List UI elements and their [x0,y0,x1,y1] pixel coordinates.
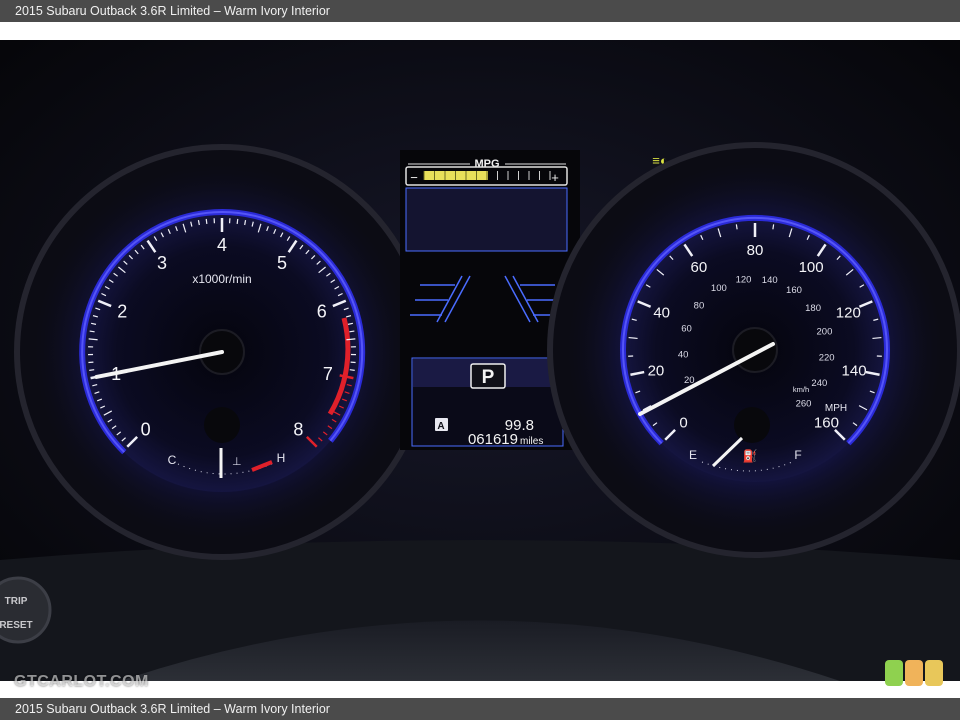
kmh-number: 260 [796,399,812,410]
tach-tick [89,330,95,333]
kmh-number: 240 [811,378,827,389]
kmh-number: 60 [681,323,692,334]
top-white-border [0,22,960,40]
mph-number: 60 [691,259,708,276]
tach-number: 2 [117,302,127,322]
mph-number: 40 [653,304,670,321]
mph-number: 120 [836,304,861,321]
speedometer: 020406080100120140160 20406080100120 1401… [547,142,960,558]
gear-indicator: P [482,367,495,388]
mph-number: 160 [814,414,839,431]
mph-number: 100 [799,259,824,276]
kmh-number: 100 [711,283,727,294]
tach-tick [349,369,355,371]
speedo-tick [772,224,775,230]
tach-number: 3 [157,253,167,273]
coolant-icon: ⊥ [232,456,242,468]
caption-text-bottom: 2015 Subaru Outback 3.6R Limited – Warm … [15,702,330,716]
mph-number: 80 [747,242,764,259]
tach-tick [89,369,95,371]
logo-block-yellow [925,660,943,686]
trip-reset-button[interactable]: TRIP RESET [0,576,52,644]
trip-reset-line2: RESET [0,620,33,631]
mph-number: 140 [842,363,867,380]
kmh-number: 200 [817,327,833,338]
fuel-pump-icon: ⛽ [743,449,758,463]
fuel-empty-label: E [689,448,697,462]
mph-number: 0 [679,414,687,431]
kmh-number: 120 [736,274,752,285]
kmh-number: 140 [762,275,778,286]
watermark: GTCARLOT.COM [14,673,149,690]
speedo-hub [732,327,778,373]
speedo-tick [735,224,738,230]
mpg-minus: − [410,170,418,185]
info-screen-upper [405,187,568,252]
tach-number: 5 [277,253,287,273]
tachometer: 012345678 x1000r/min C H ⊥ [14,144,430,560]
kmh-number: 40 [678,349,689,360]
temp-cold-label: C [168,453,177,467]
mph-number: 20 [648,363,665,380]
top-caption-bar: 2015 Subaru Outback 3.6R Limited – Warm … [0,0,960,22]
trip-letter: A [437,421,444,432]
tach-unit: x1000r/min [192,272,251,286]
caption-text: 2015 Subaru Outback 3.6R Limited – Warm … [15,4,330,18]
temp-hot-label: H [277,451,286,465]
odometer-unit: miles [520,436,543,447]
tach-number: 6 [317,302,327,322]
fuel-full-label: F [794,448,801,462]
bottom-caption-bar: 2015 Subaru Outback 3.6R Limited – Warm … [0,698,960,720]
kmh-unit: km/h [793,385,809,394]
trip-reset-line1: TRIP [5,596,28,607]
logo-block-green [885,660,903,686]
kmh-number: 180 [805,303,821,314]
tach-tick [349,330,355,333]
tach-tick [236,218,239,224]
logo-block-orange [905,660,923,686]
tach-number: 4 [217,235,227,255]
mpg-plus: + [551,170,559,185]
tach-number: 0 [141,419,151,439]
tach-number: 7 [323,364,333,384]
site-logo [885,660,943,686]
odometer-value: 061619 [468,431,518,448]
kmh-number: 160 [786,285,802,296]
mph-unit: MPH [825,403,847,414]
dashboard-photo: 012345678 x1000r/min C H ⊥ MPG − + [0,40,960,681]
kmh-number: 80 [694,300,705,311]
mpg-label: MPG [474,158,499,170]
tach-tick [205,218,208,224]
kmh-number: 220 [819,353,835,364]
tach-number: 8 [293,419,303,439]
